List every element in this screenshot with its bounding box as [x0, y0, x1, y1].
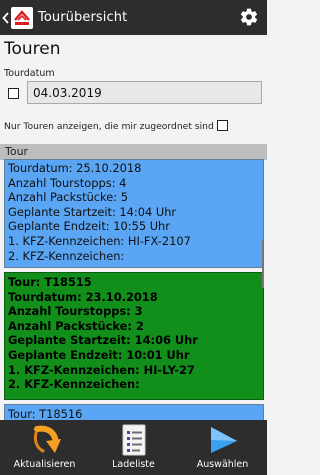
refresh-label: Aktualisieren: [13, 459, 76, 470]
tour-card-line: Anzahl Tourstopps: 3: [8, 304, 143, 319]
app-title: Tourübersicht: [38, 10, 128, 25]
screen: Tourübersicht Touren Tourdatum 04.03.201…: [0, 0, 267, 475]
loadlist-button[interactable]: Ladeliste: [89, 420, 178, 475]
tour-card[interactable]: Tour: T18516: [4, 404, 264, 420]
tour-card-line: Tour: T18516: [8, 407, 83, 420]
settings-button[interactable]: [239, 7, 259, 27]
select-button[interactable]: Auswählen: [178, 420, 267, 475]
tour-card-line: Tourdatum: 23.10.2018: [8, 289, 158, 304]
list-scrollbar[interactable]: [262, 240, 264, 288]
tour-card-line: Tourdatum: 25.10.2018: [8, 161, 142, 175]
tour-card-line: Geplante Endzeit: 10:01 Uhr: [8, 347, 190, 362]
list-header: Tour: [0, 144, 267, 160]
date-filter-checkbox[interactable]: [8, 88, 19, 99]
back-button[interactable]: [0, 0, 10, 35]
assigned-only-checkbox[interactable]: [217, 120, 228, 131]
chevron-left-icon: [1, 11, 9, 24]
page-title: Touren: [4, 39, 61, 59]
tour-card-line: 2. KFZ-Kennzeichen:: [8, 377, 140, 392]
document-list-icon: [122, 424, 145, 456]
date-input[interactable]: 04.03.2019: [27, 81, 262, 104]
tour-card-line: Geplante Endzeit: 10:55 Uhr: [8, 219, 170, 234]
assigned-only-label: Nur Touren anzeigen, die mir zugeordnet …: [4, 121, 214, 132]
tour-card-line: Anzahl Tourstopps: 4: [8, 175, 127, 190]
tour-list[interactable]: Tour Tourdatum: 25.10.2018 Anzahl Tourst…: [0, 144, 267, 420]
app-logo: [11, 6, 33, 29]
tour-card-line: 2. KFZ-Kennzeichen:: [8, 248, 125, 263]
tour-card-line: Geplante Startzeit: 14:06 Uhr: [8, 333, 198, 348]
date-label: Tourdatum: [4, 68, 55, 79]
select-label: Auswählen: [196, 459, 249, 470]
bottom-nav: Aktualisieren Ladeliste Auswählen: [0, 420, 267, 475]
tour-card-line: Geplante Startzeit: 14:04 Uhr: [8, 204, 177, 219]
tour-card-line: Anzahl Packstücke: 2: [8, 318, 144, 333]
loadlist-label: Ladeliste: [112, 459, 155, 470]
play-triangle-icon: [210, 427, 237, 453]
tour-card[interactable]: Tourdatum: 25.10.2018 Anzahl Tourstopps:…: [4, 159, 264, 268]
tour-card-line: Tour: T18515: [8, 275, 92, 289]
tour-card-line: 1. KFZ-Kennzeichen: HI-LY-27: [8, 362, 195, 377]
tour-card-selected[interactable]: Tour: T18515 Tourdatum: 23.10.2018 Anzah…: [4, 272, 264, 400]
date-input-value: 04.03.2019: [33, 85, 102, 100]
refresh-button[interactable]: Aktualisieren: [0, 420, 89, 475]
app-bar: Tourübersicht: [0, 0, 267, 35]
gear-icon: [240, 8, 258, 26]
tour-card-line: Anzahl Packstücke: 5: [8, 190, 128, 205]
refresh-arrow-icon: [33, 425, 61, 453]
tour-card-line: 1. KFZ-Kennzeichen: HI-FX-2107: [8, 233, 191, 248]
